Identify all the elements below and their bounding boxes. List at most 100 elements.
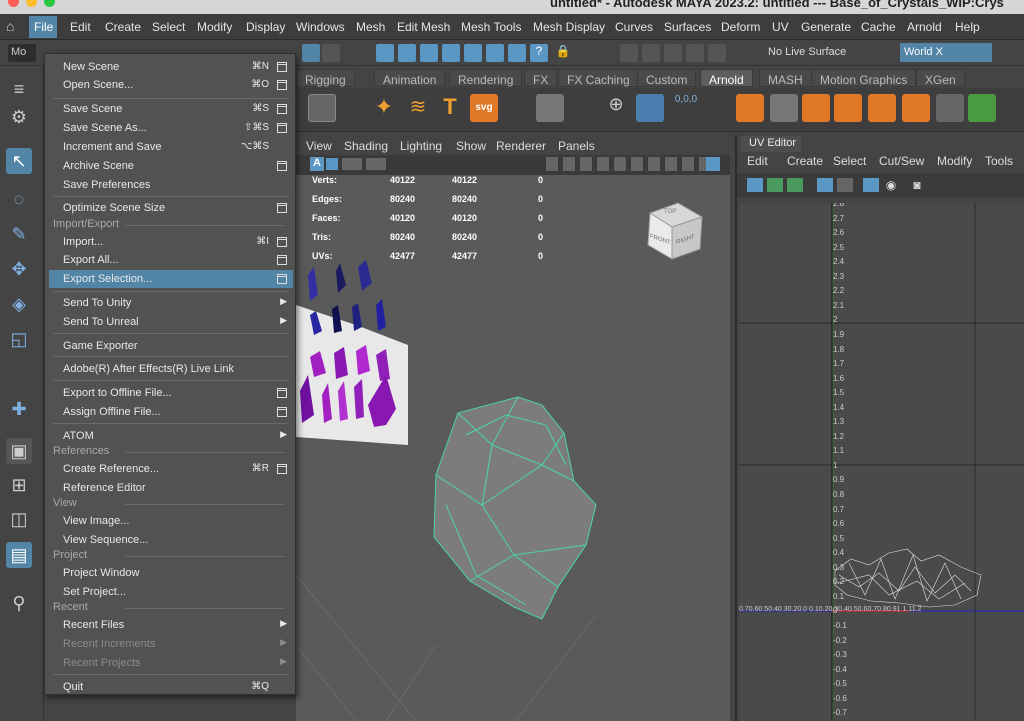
shelf-tab-custom[interactable]: Custom [637, 69, 697, 87]
menu-item-recent-files[interactable]: Recent Files ▶ [49, 616, 293, 634]
menu-help[interactable]: Help [955, 20, 980, 34]
close-window-icon[interactable] [8, 0, 19, 7]
menu-item-send-to-unity[interactable]: Send To Unity ▶ [49, 294, 293, 312]
menu-item-archive-scene[interactable]: Archive Scene [49, 157, 293, 175]
shelf-tab-rigging[interactable]: Rigging [296, 69, 355, 87]
mash-icon-7[interactable] [936, 94, 964, 122]
menu-mesh[interactable]: Mesh [356, 20, 385, 34]
last-tool-icon[interactable]: ✚ [6, 396, 32, 422]
option-box-icon[interactable] [277, 407, 287, 417]
svg-tool-icon[interactable]: svg [470, 94, 498, 122]
option-box-icon[interactable] [277, 80, 287, 90]
viewport-menu-renderer[interactable]: Renderer [496, 139, 546, 153]
shelf-tab-mash[interactable]: MASH [759, 69, 812, 87]
isolate-icon[interactable] [706, 157, 720, 171]
snap-point-button[interactable] [420, 44, 438, 62]
viewport-3d[interactable]: Verts: 40122 40122 0 Edges: 80240 80240 0 Faces:… [296, 175, 730, 721]
menu-create[interactable]: Create [105, 20, 141, 34]
menu-item-project-window[interactable]: Project Window [49, 564, 293, 582]
menu-item-optimize-scene-size[interactable]: Optimize Scene Size [49, 199, 293, 217]
scale-tool-icon[interactable]: ◱ [6, 326, 32, 352]
uv-image-icon[interactable] [863, 178, 879, 192]
menu-item-export-selection[interactable]: Export Selection... [49, 270, 293, 288]
menu-item-atom[interactable]: ATOM ▶ [49, 427, 293, 445]
lasso-tool-icon[interactable]: ◌ [6, 186, 32, 212]
menu-item-adobe-r-after-effects-r-live-link[interactable]: Adobe(R) After Effects(R) Live Link [49, 360, 293, 378]
menu-modify[interactable]: Modify [197, 20, 232, 34]
arnold-render-icon[interactable] [308, 94, 336, 122]
menu-mesh-tools[interactable]: Mesh Tools [461, 20, 521, 34]
menu-item-export-to-offline-file[interactable]: Export to Offline File... [49, 384, 293, 402]
search-icon[interactable]: ⚲ [6, 590, 32, 616]
option-box-icon[interactable] [277, 203, 287, 213]
maximize-window-icon[interactable] [44, 0, 55, 7]
uv-dim-icon[interactable]: ◉ [883, 178, 899, 192]
option-box-icon[interactable] [277, 274, 287, 284]
menu-file[interactable]: File [34, 20, 53, 34]
paint-select-icon[interactable]: ✎ [6, 221, 32, 247]
menu-item-save-scene-as[interactable]: Save Scene As... ⇧⌘S [49, 119, 293, 137]
menu-generate[interactable]: Generate [801, 20, 851, 34]
menu-curves[interactable]: Curves [615, 20, 653, 34]
viewport-menu-show[interactable]: Show [456, 139, 486, 153]
menu-edit-mesh[interactable]: Edit Mesh [397, 20, 450, 34]
lasso-button[interactable] [322, 44, 340, 62]
uv-menu-edit[interactable]: Edit [747, 154, 768, 168]
menu-item-save-scene[interactable]: Save Scene ⌘S [49, 100, 293, 118]
layout-split-icon[interactable]: ◫ [6, 506, 32, 532]
mash-icon-4[interactable] [834, 94, 862, 122]
uv-menu-modify[interactable]: Modify [937, 154, 972, 168]
settings-icon[interactable]: ⚙ [6, 104, 32, 130]
table-tool-icon[interactable] [536, 94, 564, 122]
menuset-line-icon[interactable]: ≡ [6, 76, 32, 102]
menu-mesh-display[interactable]: Mesh Display [533, 20, 605, 34]
viewport-menu-view[interactable]: View [306, 139, 332, 153]
menu-deform[interactable]: Deform [721, 20, 760, 34]
menu-item-new-scene[interactable]: New Scene ⌘N [49, 58, 293, 76]
text-tool-icon[interactable]: T [436, 94, 464, 122]
snap-curve-button[interactable] [398, 44, 416, 62]
menu-item-open-scene[interactable]: Open Scene... ⌘O [49, 76, 293, 94]
uv-select-icon[interactable] [747, 178, 763, 192]
shelf-tab-fx-caching[interactable]: FX Caching [558, 69, 639, 87]
construction-history-button[interactable] [620, 44, 638, 62]
option-box-icon[interactable] [277, 104, 287, 114]
menu-item-set-project[interactable]: Set Project... [49, 583, 293, 601]
menu-item-export-all[interactable]: Export All... [49, 251, 293, 269]
layout-outliner-icon[interactable]: ▤ [6, 542, 32, 568]
axis-dropdown[interactable]: World X [900, 43, 992, 62]
snap-surface-button[interactable] [442, 44, 460, 62]
layout-single-icon[interactable]: ▣ [6, 438, 32, 464]
mash-icon-3[interactable] [802, 94, 830, 122]
shelf-tab-animation[interactable]: Animation [374, 69, 446, 87]
uv-snapshot-icon[interactable]: ◙ [909, 178, 925, 192]
menu-item-save-preferences[interactable]: Save Preferences [49, 176, 293, 194]
menu-item-game-exporter[interactable]: Game Exporter [49, 337, 293, 355]
menu-item-increment-and-save[interactable]: Increment and Save ⌥⌘S [49, 138, 293, 156]
shelf-tab-arnold[interactable]: Arnold [700, 69, 753, 87]
grease-pencil-icon[interactable] [366, 158, 386, 170]
menu-surfaces[interactable]: Surfaces [664, 20, 711, 34]
snap-view-button[interactable] [464, 44, 482, 62]
live-surface-label[interactable]: No Live Surface [768, 46, 846, 58]
viewport-menu-lighting[interactable]: Lighting [400, 139, 442, 153]
option-box-icon[interactable] [277, 123, 287, 133]
skydome-light-icon[interactable]: ✦ [370, 94, 398, 122]
uv-face-icon[interactable] [787, 178, 803, 192]
menu-item-reference-editor[interactable]: Reference Editor [49, 479, 293, 497]
render-button[interactable] [642, 44, 660, 62]
uv-menu-tools[interactable]: Tools [985, 154, 1013, 168]
uv-grid-area[interactable]: 2.8 2.7 2.6 2.5 2.4 2.3 2.2 2.1 2 1.9 1.8 1.7 1.6 1.5… [739, 203, 1024, 721]
option-box-icon[interactable] [277, 255, 287, 265]
mash-icon-1[interactable] [736, 94, 764, 122]
viewport-menu-shading[interactable]: Shading [344, 139, 388, 153]
shading-buttons[interactable] [546, 157, 706, 171]
uv-checker-icon[interactable] [837, 178, 853, 192]
menu-arnold[interactable]: Arnold [907, 20, 942, 34]
render-settings-button[interactable] [686, 44, 704, 62]
curve-tool-icon[interactable]: ≋ [404, 94, 432, 122]
option-box-icon[interactable] [277, 237, 287, 247]
snap-grid-button[interactable] [376, 44, 394, 62]
mash-icon-2[interactable] [770, 94, 798, 122]
rotate-tool-icon[interactable]: ◈ [6, 291, 32, 317]
